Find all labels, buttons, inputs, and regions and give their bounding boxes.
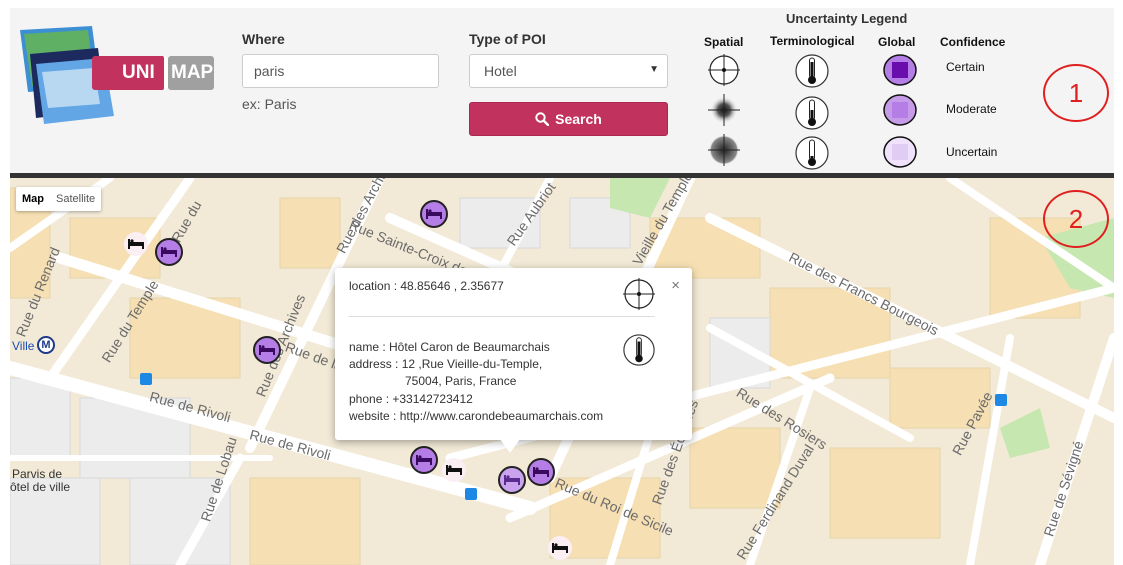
- global-moderate-icon: [883, 94, 917, 126]
- bed-icon: [504, 475, 520, 485]
- bed-icon: [416, 455, 432, 465]
- hotel-marker[interactable]: [442, 458, 466, 482]
- map-view[interactable]: Rue Sainte-Croix de la Rue des Archives …: [10, 178, 1114, 565]
- search-button[interactable]: Search: [469, 102, 668, 136]
- popup-address-line1: address : 12 ,Rue Vieille-du-Temple,: [349, 357, 543, 371]
- thermometer-certain-icon: [795, 54, 829, 88]
- metro-icon: M: [37, 336, 55, 354]
- bed-icon: [128, 239, 144, 249]
- hotel-marker[interactable]: [124, 232, 148, 256]
- legend-col-global: Global: [878, 35, 916, 49]
- hotel-marker[interactable]: [527, 458, 555, 486]
- popup-phone: phone : +33142723412: [349, 392, 473, 406]
- crosshair-uncertain-icon: [708, 134, 740, 166]
- annotation-circle-2: 2: [1043, 190, 1109, 248]
- logo-text-map: MAP: [171, 62, 214, 83]
- thermometer-certain-icon: [623, 334, 655, 366]
- legend-title: Uncertainty Legend: [786, 11, 908, 26]
- unimap-logo: UNI MAP: [14, 24, 214, 124]
- search-button-label: Search: [555, 111, 602, 127]
- crosshair-moderate-icon: [708, 94, 740, 126]
- hotel-marker[interactable]: [420, 200, 448, 228]
- legend-level-moderate: Moderate: [946, 102, 997, 116]
- legend-col-spatial: Spatial: [704, 35, 744, 49]
- legend-col-confidence: Confidence: [940, 35, 1006, 49]
- thermometer-moderate-icon: [795, 96, 829, 130]
- poi-info-popup: location : 48.85646 , 2.35677 × name : H…: [335, 268, 692, 440]
- legend-col-terminological: Terminological: [770, 34, 855, 48]
- where-label: Where: [242, 31, 285, 47]
- where-example-hint: ex: Paris: [242, 96, 297, 112]
- map-type-satellite-button[interactable]: Satellite: [50, 187, 101, 211]
- bed-icon: [446, 465, 462, 475]
- thermometer-uncertain-icon: [795, 136, 829, 170]
- where-input[interactable]: paris: [242, 54, 439, 88]
- bed-icon: [533, 467, 549, 477]
- popup-address-line2: 75004, Paris, France: [405, 374, 517, 388]
- annotation-circle-1: 1: [1043, 64, 1109, 122]
- metro-station-label: Ville: [12, 339, 35, 353]
- popup-pointer: [500, 439, 520, 453]
- poi-type-label: Type of POI: [469, 31, 546, 47]
- bed-icon: [552, 543, 568, 553]
- map-type-map-button[interactable]: Map: [16, 187, 50, 211]
- bed-icon: [161, 247, 177, 257]
- close-icon[interactable]: ×: [671, 277, 680, 294]
- chevron-down-icon: ▼: [649, 64, 659, 75]
- app-root: UNI MAP Where paris ex: Paris Type of PO…: [0, 0, 1123, 565]
- poi-type-selected-value: Hotel: [484, 63, 517, 79]
- bed-icon: [259, 345, 275, 355]
- legend-level-uncertain: Uncertain: [946, 145, 998, 159]
- hotel-marker[interactable]: [253, 336, 281, 364]
- spatial-certain-icon: [623, 278, 655, 310]
- map-type-control: Map Satellite: [16, 187, 102, 211]
- legend-level-certain: Certain: [946, 60, 985, 74]
- bus-stop-icon: [465, 488, 477, 500]
- global-uncertain-icon: [883, 136, 917, 168]
- logo-text-uni: UNI: [122, 62, 155, 83]
- parvis-label: Parvis de: [12, 467, 63, 481]
- bus-stop-icon: [995, 394, 1007, 406]
- search-icon: [535, 112, 550, 126]
- hotel-marker[interactable]: [155, 238, 183, 266]
- hotel-de-ville-label: ôtel de ville: [10, 480, 71, 494]
- popup-name: name : Hôtel Caron de Beaumarchais: [349, 340, 550, 354]
- hotel-marker-selected[interactable]: [498, 466, 526, 494]
- bus-stop-icon: [140, 373, 152, 385]
- bed-icon: [426, 209, 442, 219]
- hotel-marker[interactable]: [548, 536, 572, 560]
- popup-divider: [349, 316, 655, 317]
- poi-type-select[interactable]: Hotel ▼: [469, 54, 668, 88]
- crosshair-certain-icon: [708, 54, 740, 86]
- popup-website[interactable]: website : http://www.carondebeaumarchais…: [349, 409, 603, 423]
- hotel-marker[interactable]: [410, 446, 438, 474]
- popup-location: location : 48.85646 , 2.35677: [349, 279, 504, 293]
- global-certain-icon: [883, 54, 917, 86]
